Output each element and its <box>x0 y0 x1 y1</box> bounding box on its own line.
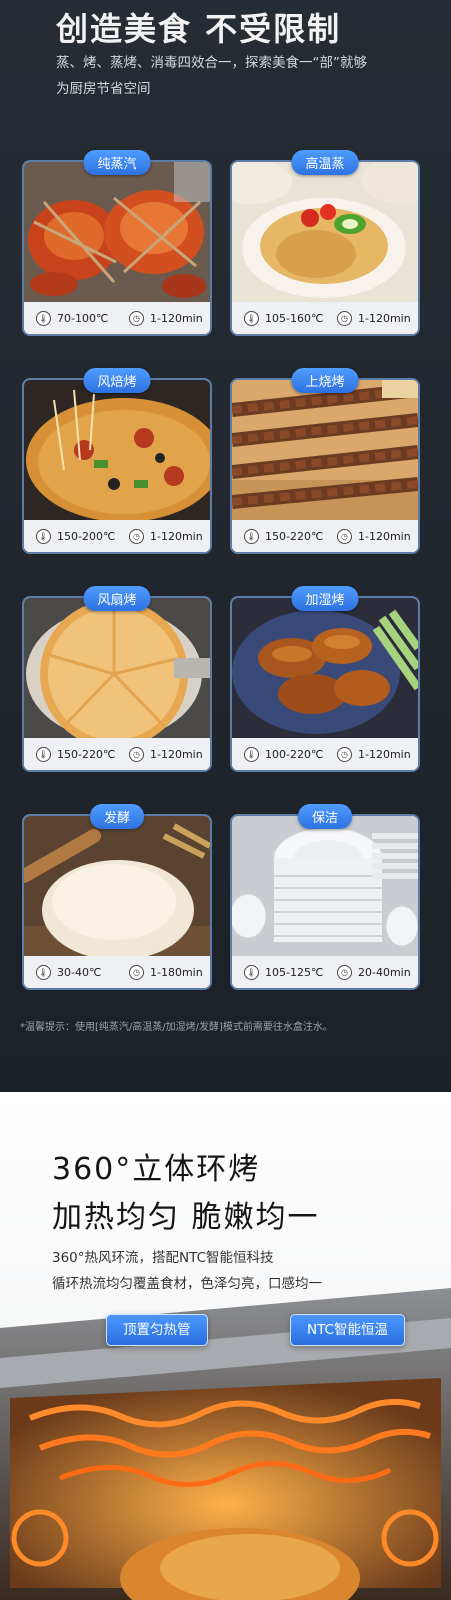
mode-badge: 风扇烤 <box>83 586 151 611</box>
thermometer-icon: 🌡 <box>244 964 259 980</box>
thermometer-icon: 🌡 <box>36 528 51 544</box>
mode-info: 🌡 70-100℃ ◷ 1-120min <box>24 302 210 334</box>
mode-temp: 150-220℃ <box>57 747 116 761</box>
skewer-photo <box>232 380 418 520</box>
feature-heading-2: 加热均匀 脆嫩均一 <box>52 1200 320 1235</box>
ntc-thermostat-label: NTC智能恒温 <box>290 1314 405 1346</box>
mode-temp: 105-160℃ <box>265 311 324 325</box>
dough-photo <box>24 816 210 956</box>
mode-time: 1-120min <box>150 747 203 761</box>
mode-card-top-grill: 🌡 150-220℃ ◷ 1-120min 上烧烤 <box>230 368 420 554</box>
pizza-photo <box>24 380 210 520</box>
mode-card-ferment: 🌡 30-40℃ ◷ 1-180min 发酵 <box>22 804 212 990</box>
mode-info: 🌡 105-125℃ ◷ 20-40min <box>232 956 418 988</box>
clock-icon: ◷ <box>337 746 352 762</box>
mode-card-humid-bake: 🌡 100-220℃ ◷ 1-120min 加湿烤 <box>230 586 420 772</box>
cake-photo <box>24 598 210 738</box>
mode-badge: 保洁 <box>297 804 353 829</box>
convection-section: 360°立体环烤 加热均匀 脆嫩均一 360°热风环流，搭配NTC智能恒科技 循… <box>0 1092 451 1600</box>
top-heating-tube-label: 顶置匀热管 <box>106 1314 208 1346</box>
clock-icon: ◷ <box>337 964 352 980</box>
mode-time: 20-40min <box>358 965 411 979</box>
plates-photo <box>232 816 418 956</box>
mode-temp: 30-40℃ <box>57 965 102 979</box>
section-subtitle-line2: 为厨房节省空间 <box>56 81 151 97</box>
mode-card-fan-bake: 🌡 150-220℃ ◷ 1-120min 风扇烤 <box>22 586 212 772</box>
mode-info: 🌡 150-220℃ ◷ 1-120min <box>232 520 418 552</box>
mode-info: 🌡 105-160℃ ◷ 1-120min <box>232 302 418 334</box>
mode-info: 🌡 150-220℃ ◷ 1-120min <box>24 738 210 770</box>
mode-card-pure-steam: 🌡 70-100℃ ◷ 1-120min 纯蒸汽 <box>22 150 212 336</box>
mode-badge: 上烧烤 <box>291 368 359 393</box>
thermometer-icon: 🌡 <box>36 746 51 762</box>
mode-time: 1-120min <box>150 311 203 325</box>
mode-badge: 高温蒸 <box>291 150 359 175</box>
mode-temp: 150-200℃ <box>57 529 116 543</box>
mode-info: 🌡 30-40℃ ◷ 1-180min <box>24 956 210 988</box>
clock-icon: ◷ <box>337 528 352 544</box>
mode-badge: 发酵 <box>89 804 145 829</box>
mode-card-high-temp-steam: 🌡 105-160℃ ◷ 1-120min 高温蒸 <box>230 150 420 336</box>
mode-badge: 纯蒸汽 <box>83 150 151 175</box>
scallop-photo <box>232 162 418 302</box>
clock-icon: ◷ <box>129 964 144 980</box>
mode-card-sanitize: 🌡 105-125℃ ◷ 20-40min 保洁 <box>230 804 420 990</box>
mode-time: 1-120min <box>358 747 411 761</box>
mode-badge: 加湿烤 <box>291 586 359 611</box>
clock-icon: ◷ <box>129 528 144 544</box>
mode-temp: 70-100℃ <box>57 311 109 325</box>
thermometer-icon: 🌡 <box>244 528 259 544</box>
mode-temp: 150-220℃ <box>265 529 324 543</box>
mode-badge: 风焙烤 <box>83 368 151 393</box>
thermometer-icon: 🌡 <box>244 746 259 762</box>
section-subtitle-line1: 蒸、烤、蒸烤、消毒四效合一，探索美食一“部”就够 <box>56 55 367 71</box>
clock-icon: ◷ <box>337 310 352 326</box>
mode-temp: 100-220℃ <box>265 747 324 761</box>
feature-heading-1: 360°立体环烤 <box>52 1152 261 1187</box>
section-title: 创造美食 不受限制 <box>56 10 342 48</box>
mode-info: 🌡 150-200℃ ◷ 1-120min <box>24 520 210 552</box>
wings-photo <box>232 598 418 738</box>
thermometer-icon: 🌡 <box>36 964 51 980</box>
crab-photo <box>24 162 210 302</box>
mode-temp: 105-125℃ <box>265 965 324 979</box>
modes-section: 创造美食 不受限制 蒸、烤、蒸烤、消毒四效合一，探索美食一“部”就够 为厨房节省… <box>0 0 451 1092</box>
mode-info: 🌡 100-220℃ ◷ 1-120min <box>232 738 418 770</box>
feature-desc-1: 360°热风环流，搭配NTC智能恒科技 <box>52 1250 274 1266</box>
thermometer-icon: 🌡 <box>244 310 259 326</box>
mode-time: 1-120min <box>150 529 203 543</box>
mode-time: 1-120min <box>358 311 411 325</box>
mode-time: 1-180min <box>150 965 203 979</box>
clock-icon: ◷ <box>129 746 144 762</box>
usage-tip: *温馨提示：使用[纯蒸汽/高温蒸/加湿烤/发酵]模式前需要往水盒注水。 <box>20 1022 333 1033</box>
clock-icon: ◷ <box>129 310 144 326</box>
mode-time: 1-120min <box>358 529 411 543</box>
thermometer-icon: 🌡 <box>36 310 51 326</box>
mode-card-convection-bake: 🌡 150-200℃ ◷ 1-120min 风焙烤 <box>22 368 212 554</box>
